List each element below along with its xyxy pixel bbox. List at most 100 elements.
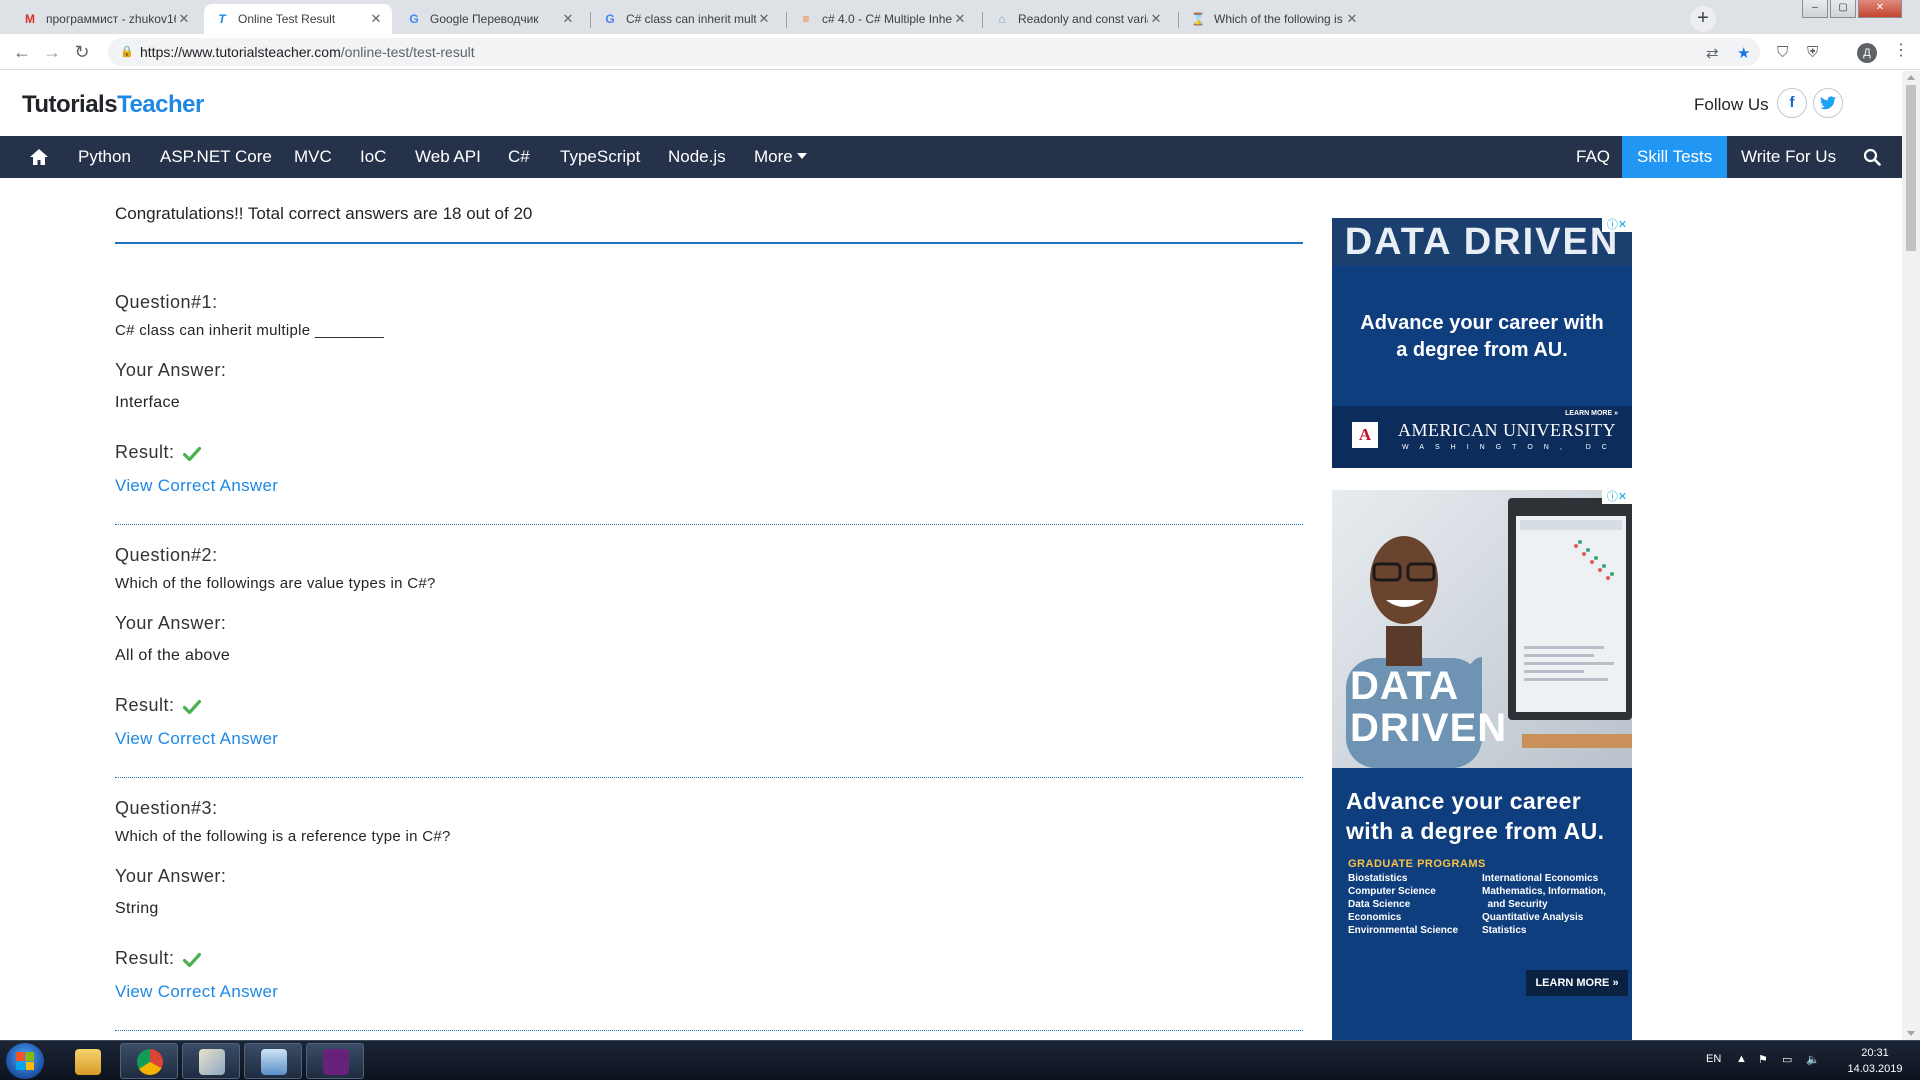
nav-item-more[interactable]: More — [754, 136, 807, 178]
search-icon[interactable] — [1863, 148, 1881, 166]
close-icon[interactable]: ✕ — [1148, 11, 1164, 27]
address-bar[interactable]: 🔒 https://www.tutorialsteacher.com/onlin… — [108, 38, 1760, 66]
browser-tab-strip: M программист - zhukov160288@g ✕ T Onlin… — [0, 0, 1920, 34]
advertisement-american-university-top[interactable]: DATA DRIVEN ⓘ✕ Advance your career with … — [1332, 218, 1632, 468]
folder-icon — [75, 1049, 101, 1075]
bookmark-star-icon[interactable]: ★ — [1737, 44, 1750, 62]
network-icon[interactable]: ▭ — [1782, 1053, 1792, 1066]
tab-which-true[interactable]: ⌛ Which of the following is true for ✕ — [1180, 4, 1368, 34]
ad-photo: DATA DRIVEN — [1332, 490, 1632, 768]
divider — [115, 1030, 1303, 1031]
tab-google-search[interactable]: G C# class can inherit multiple - По ✕ — [592, 4, 780, 34]
ad-word-driven: DRIVEN — [1350, 706, 1508, 750]
tab-gmail[interactable]: M программист - zhukov160288@g ✕ — [12, 4, 200, 34]
profile-avatar[interactable]: Д — [1857, 43, 1877, 63]
nav-item-aspnet-core[interactable]: ASP.NET Core — [160, 136, 272, 178]
nav-item-typescript[interactable]: TypeScript — [560, 136, 640, 178]
maximize-button[interactable]: ▢ — [1830, 0, 1856, 18]
taskbar-explorer[interactable] — [58, 1043, 116, 1079]
extension-shield-icon[interactable]: ⛉ — [1777, 44, 1788, 61]
nav-item-faq[interactable]: FAQ — [1576, 136, 1610, 178]
question-number: Question#1: — [115, 292, 218, 312]
nav-item-csharp[interactable]: C# — [508, 136, 530, 178]
volume-icon[interactable]: 🔈 — [1806, 1053, 1820, 1066]
advertisement-american-university-tall[interactable]: DATA DRIVEN ⓘ✕ Advance your career with … — [1332, 490, 1632, 1040]
close-icon[interactable]: ✕ — [1344, 11, 1360, 27]
scrollbar-thumb[interactable] — [1906, 85, 1916, 251]
site-logo[interactable]: TutorialsTeacher — [22, 91, 204, 119]
ad-learn-more-button[interactable]: LEARN MORE » — [1526, 970, 1628, 996]
question-block: Question#1: C# class can inherit multipl… — [115, 292, 1303, 545]
view-correct-answer-link[interactable]: View Correct Answer — [115, 729, 278, 749]
reload-button[interactable]: ↻ — [70, 40, 94, 64]
close-window-button[interactable]: ✕ — [1858, 0, 1902, 18]
nav-item-ioc[interactable]: IoC — [360, 136, 386, 178]
your-answer-label: Your Answer: — [115, 866, 227, 886]
ad-tagline-line: Advance your career with — [1360, 312, 1604, 334]
close-icon[interactable]: ✕ — [560, 11, 576, 27]
ad-program-item: International Economics — [1482, 873, 1599, 884]
view-correct-answer-link[interactable]: View Correct Answer — [115, 476, 278, 496]
minimize-button[interactable]: – — [1802, 0, 1828, 18]
close-icon[interactable]: ✕ — [368, 11, 384, 27]
close-icon[interactable]: ✕ — [176, 11, 192, 27]
tab-online-test-result[interactable]: T Online Test Result ✕ — [204, 4, 392, 34]
nav-item-python[interactable]: Python — [78, 136, 131, 178]
taskbar-remote-desktop[interactable] — [244, 1043, 302, 1079]
result-label: Result: — [115, 695, 175, 715]
show-hidden-icons-icon[interactable]: ▲ — [1736, 1053, 1747, 1065]
ad-program-item: and Security — [1482, 899, 1548, 910]
test-result-content: Congratulations!! Total correct answers … — [115, 178, 1303, 1038]
caret-down-icon — [796, 153, 807, 159]
extension-adblock-icon[interactable]: ⛨ — [1807, 44, 1818, 61]
tab-readonly-const[interactable]: ⌂ Readonly and const variable in C ✕ — [984, 4, 1172, 34]
start-button[interactable] — [6, 1043, 44, 1079]
tab-google-translate[interactable]: G Google Переводчик ✕ — [396, 4, 584, 34]
question-number: Question#3: — [115, 798, 218, 818]
translate-icon[interactable]: ⇄ — [1706, 44, 1719, 62]
scatter-plot-icon — [1520, 520, 1622, 681]
language-indicator[interactable]: EN — [1706, 1053, 1721, 1065]
ad-close-icon[interactable]: ⓘ✕ — [1602, 490, 1632, 504]
close-icon[interactable]: ✕ — [952, 11, 968, 27]
home-icon[interactable] — [29, 147, 49, 167]
nav-item-web-api[interactable]: Web API — [415, 136, 481, 178]
ad-program-item: Environmental Science — [1348, 925, 1459, 936]
nav-item-write-for-us[interactable]: Write For Us — [1741, 136, 1836, 178]
check-icon — [183, 446, 201, 462]
nav-item-skill-tests[interactable]: Skill Tests — [1622, 136, 1728, 178]
url-host: https://www.tutorialsteacher.com — [140, 44, 341, 60]
divider — [115, 777, 1303, 778]
close-icon[interactable]: ✕ — [756, 11, 772, 27]
nav-item-nodejs[interactable]: Node.js — [668, 136, 726, 178]
your-answer-value: String — [115, 900, 159, 917]
view-correct-answer-link[interactable]: View Correct Answer — [115, 982, 278, 1002]
taskbar-visual-studio[interactable] — [306, 1043, 364, 1079]
chrome-icon — [137, 1049, 163, 1075]
page-scrollbar[interactable] — [1902, 71, 1920, 1040]
tab-stackoverflow[interactable]: ≡ c# 4.0 - C# Multiple Inheritance - ✕ — [788, 4, 976, 34]
system-clock[interactable]: 20:31 14.03.2019 — [1838, 1045, 1912, 1077]
clock-date: 14.03.2019 — [1847, 1063, 1903, 1075]
new-tab-button[interactable]: + — [1690, 6, 1716, 32]
scroll-down-arrow-icon[interactable] — [1907, 1031, 1915, 1036]
tab-title: C# class can inherit multiple - По — [626, 12, 756, 26]
back-button[interactable]: ← — [10, 40, 34, 64]
action-center-flag-icon[interactable]: ⚑ — [1758, 1053, 1768, 1066]
forward-button[interactable]: → — [40, 40, 64, 64]
taskbar-paint[interactable] — [182, 1043, 240, 1079]
ad-close-icon[interactable]: ⓘ✕ — [1602, 218, 1632, 232]
twitter-icon[interactable] — [1813, 88, 1843, 118]
result-summary: Congratulations!! Total correct answers … — [115, 204, 533, 223]
scroll-up-arrow-icon[interactable] — [1907, 75, 1915, 80]
paint-icon — [199, 1049, 225, 1075]
ad-desk — [1522, 734, 1632, 748]
nav-item-mvc[interactable]: MVC — [294, 136, 332, 178]
facebook-icon[interactable]: f — [1777, 88, 1807, 118]
ad-learn-more-link[interactable]: LEARN MORE » — [1565, 410, 1618, 417]
question-text: C# class can inherit multiple ________ — [115, 322, 385, 339]
taskbar-chrome[interactable] — [120, 1043, 178, 1079]
ad-program-item: Quantitative Analysis — [1482, 912, 1584, 923]
logo-text-tutorials: Tutorials — [22, 91, 118, 118]
browser-menu-icon[interactable]: ⋮ — [1893, 40, 1909, 60]
